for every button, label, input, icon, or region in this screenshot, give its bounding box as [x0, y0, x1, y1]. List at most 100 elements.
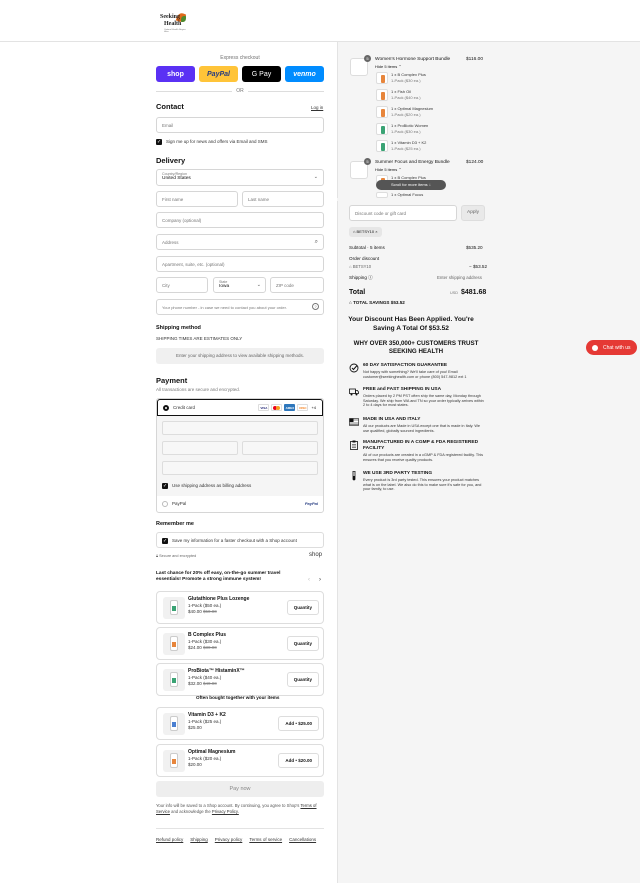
news-label: Sign me up for news and offers via Email… — [166, 139, 268, 144]
country-select[interactable]: Country/Region United States ⌄ — [156, 169, 324, 186]
product-name: ProBiota™ HistaminX™ — [188, 668, 245, 674]
payment-methods: Credit card VISA AMEX DISC +4 ✓ Use ship… — [156, 398, 324, 513]
name-on-card-field[interactable] — [162, 461, 318, 475]
shipping-value: Enter shipping address — [437, 275, 482, 280]
privacy-policy-link[interactable]: Privacy policy — [215, 837, 243, 842]
product-name: B Complex Plus — [188, 632, 227, 638]
truck-icon — [349, 388, 359, 396]
add-button[interactable]: Add • $20.00 — [278, 753, 319, 768]
remove-code-icon[interactable]: × — [375, 229, 377, 234]
product-image — [163, 713, 185, 735]
list-fade — [337, 198, 640, 201]
chat-button[interactable]: Chat with us — [586, 340, 637, 355]
clipboard-icon — [350, 440, 358, 450]
email-field[interactable]: Email — [156, 117, 324, 133]
address-field[interactable]: Address ⌕ — [156, 234, 324, 250]
refund-policy-link[interactable]: Refund policy — [156, 837, 183, 842]
credit-card-option[interactable]: Credit card VISA AMEX DISC +4 — [157, 399, 323, 416]
tag-icon: ⌂ — [353, 229, 356, 234]
first-name-field[interactable]: First name — [156, 191, 238, 207]
chat-icon — [592, 344, 598, 351]
remember-checkbox[interactable]: ✓ — [162, 538, 168, 544]
apartment-field[interactable]: Apartment, suite, etc. (optional) — [156, 256, 324, 272]
last-name-field[interactable]: Last name — [242, 191, 324, 207]
expiry-field[interactable] — [162, 441, 238, 455]
bundle-price: $116.00 — [466, 57, 483, 62]
footer-links: Refund policy Shipping Privacy policy Terms… — [156, 837, 323, 843]
secure-note: 🔒︎ Secure and encrypted — [156, 554, 197, 558]
tag-icon: ⌂ — [349, 300, 352, 305]
quantity-button[interactable]: Quantity — [286, 600, 319, 615]
login-link[interactable]: Log in — [311, 105, 323, 110]
news-checkbox[interactable]: ✓ — [156, 139, 162, 145]
billing-checkbox[interactable]: ✓ — [162, 483, 168, 489]
add-button[interactable]: Add • $25.00 — [278, 716, 319, 731]
card-number-field[interactable] — [162, 421, 318, 435]
discover-icon: DISC — [297, 404, 309, 411]
phone-field[interactable]: Your phone number - in case we need to c… — [156, 299, 324, 315]
quantity-button[interactable]: Quantity — [286, 672, 319, 687]
check-circle-icon — [349, 363, 359, 373]
tag-icon: ⌂ — [349, 264, 352, 269]
cancellations-link[interactable]: Cancellations — [289, 837, 316, 842]
logo-tagline: Optimal Health Begins Here — [164, 29, 186, 33]
leaf-small-icon — [181, 16, 186, 22]
legal-text: Your info will be saved to a Shop accoun… — [156, 803, 317, 814]
discount-tag: ⌂ BETSY10 × — [349, 227, 382, 237]
paypal-logo: PayPal — [304, 501, 318, 506]
info-icon: ⓘ — [368, 275, 373, 280]
zip-field[interactable]: ZIP code — [270, 277, 324, 293]
product-details: 1-Pack ($25 ea.) $25.00 — [188, 719, 222, 730]
contact-heading: Contact — [156, 102, 184, 111]
privacy-link[interactable]: Privacy Policy. — [212, 809, 239, 814]
upsell-card: ProBiota™ HistaminX™ 1-Pack ($40 ea.) $32… — [156, 663, 324, 696]
state-select[interactable]: State Iowa ⌄ — [213, 277, 266, 293]
paypal-radio[interactable] — [162, 501, 168, 507]
product-name: Glutathione Plus Lozenge — [188, 596, 250, 602]
hide-items-toggle[interactable]: Hide 5 items ⌃ — [375, 167, 402, 172]
logo[interactable]: Seeking Health Optimal Health Begins Her… — [160, 10, 190, 33]
test-tube-icon — [352, 471, 356, 481]
upsell-card: B Complex Plus 1-Pack ($30 ea.) $24.00 $3… — [156, 627, 324, 660]
hide-items-toggle[interactable]: Hide 5 items ⌃ — [375, 64, 402, 69]
bundle-name: Summer Focus and Energy Bundle — [375, 160, 450, 165]
mastercard-icon — [271, 404, 283, 411]
remember-heading: Remember me — [156, 521, 194, 527]
pay-now-button[interactable]: Pay now — [156, 781, 324, 797]
shipping-link[interactable]: Shipping — [190, 837, 208, 842]
city-field[interactable]: City — [156, 277, 208, 293]
paypal-button[interactable]: PayPal — [199, 66, 238, 82]
product-details: 1-Pack ($50 ea.) $40.00 $50.00 — [188, 603, 222, 614]
flag-icon — [349, 418, 359, 426]
logo-text-1: Seeking — [160, 14, 181, 20]
bundle-image: 5 — [350, 158, 371, 179]
search-icon: ⌕ — [314, 239, 318, 245]
bundle-image: 5 — [350, 55, 371, 76]
venmo-button[interactable]: venmo — [285, 66, 324, 82]
radio-selected[interactable] — [163, 404, 169, 411]
total-savings: ⌂ TOTAL SAVINGS $53.52 — [349, 300, 405, 305]
chevron-left-icon[interactable]: ‹ — [308, 577, 310, 583]
cvv-field[interactable] — [242, 441, 318, 455]
addon-card: Vitamin D3 + K2 1-Pack ($25 ea.) $25.00 A… — [156, 707, 324, 740]
chevron-right-icon[interactable]: › — [319, 577, 321, 583]
terms-link[interactable]: Terms of service — [249, 837, 282, 842]
remember-label: Save my information for a faster checkou… — [172, 538, 297, 543]
help-icon[interactable]: ? — [312, 303, 319, 310]
discount-field[interactable]: Discount code or gift card — [349, 205, 457, 221]
total-label: Total — [349, 289, 366, 296]
gpay-button[interactable]: G Pay — [242, 66, 281, 82]
paypal-option-label[interactable]: PayPal — [172, 501, 186, 506]
product-details: 1-Pack ($20 ea.) $20.00 — [188, 756, 222, 767]
more-cards: +4 — [311, 405, 316, 410]
product-image — [163, 669, 185, 691]
shop-pay-button[interactable]: shop — [156, 66, 195, 82]
product-image — [163, 633, 185, 655]
product-image — [163, 750, 185, 772]
quantity-button[interactable]: Quantity — [286, 636, 319, 651]
visa-icon: VISA — [258, 404, 270, 411]
apply-button[interactable]: Apply — [461, 205, 485, 221]
shipping-note: SHIPPING TIMES ARE ESTIMATES ONLY — [156, 336, 243, 341]
company-field[interactable]: Company (optional) — [156, 212, 324, 228]
subtotal-value: $535.20 — [466, 245, 483, 250]
